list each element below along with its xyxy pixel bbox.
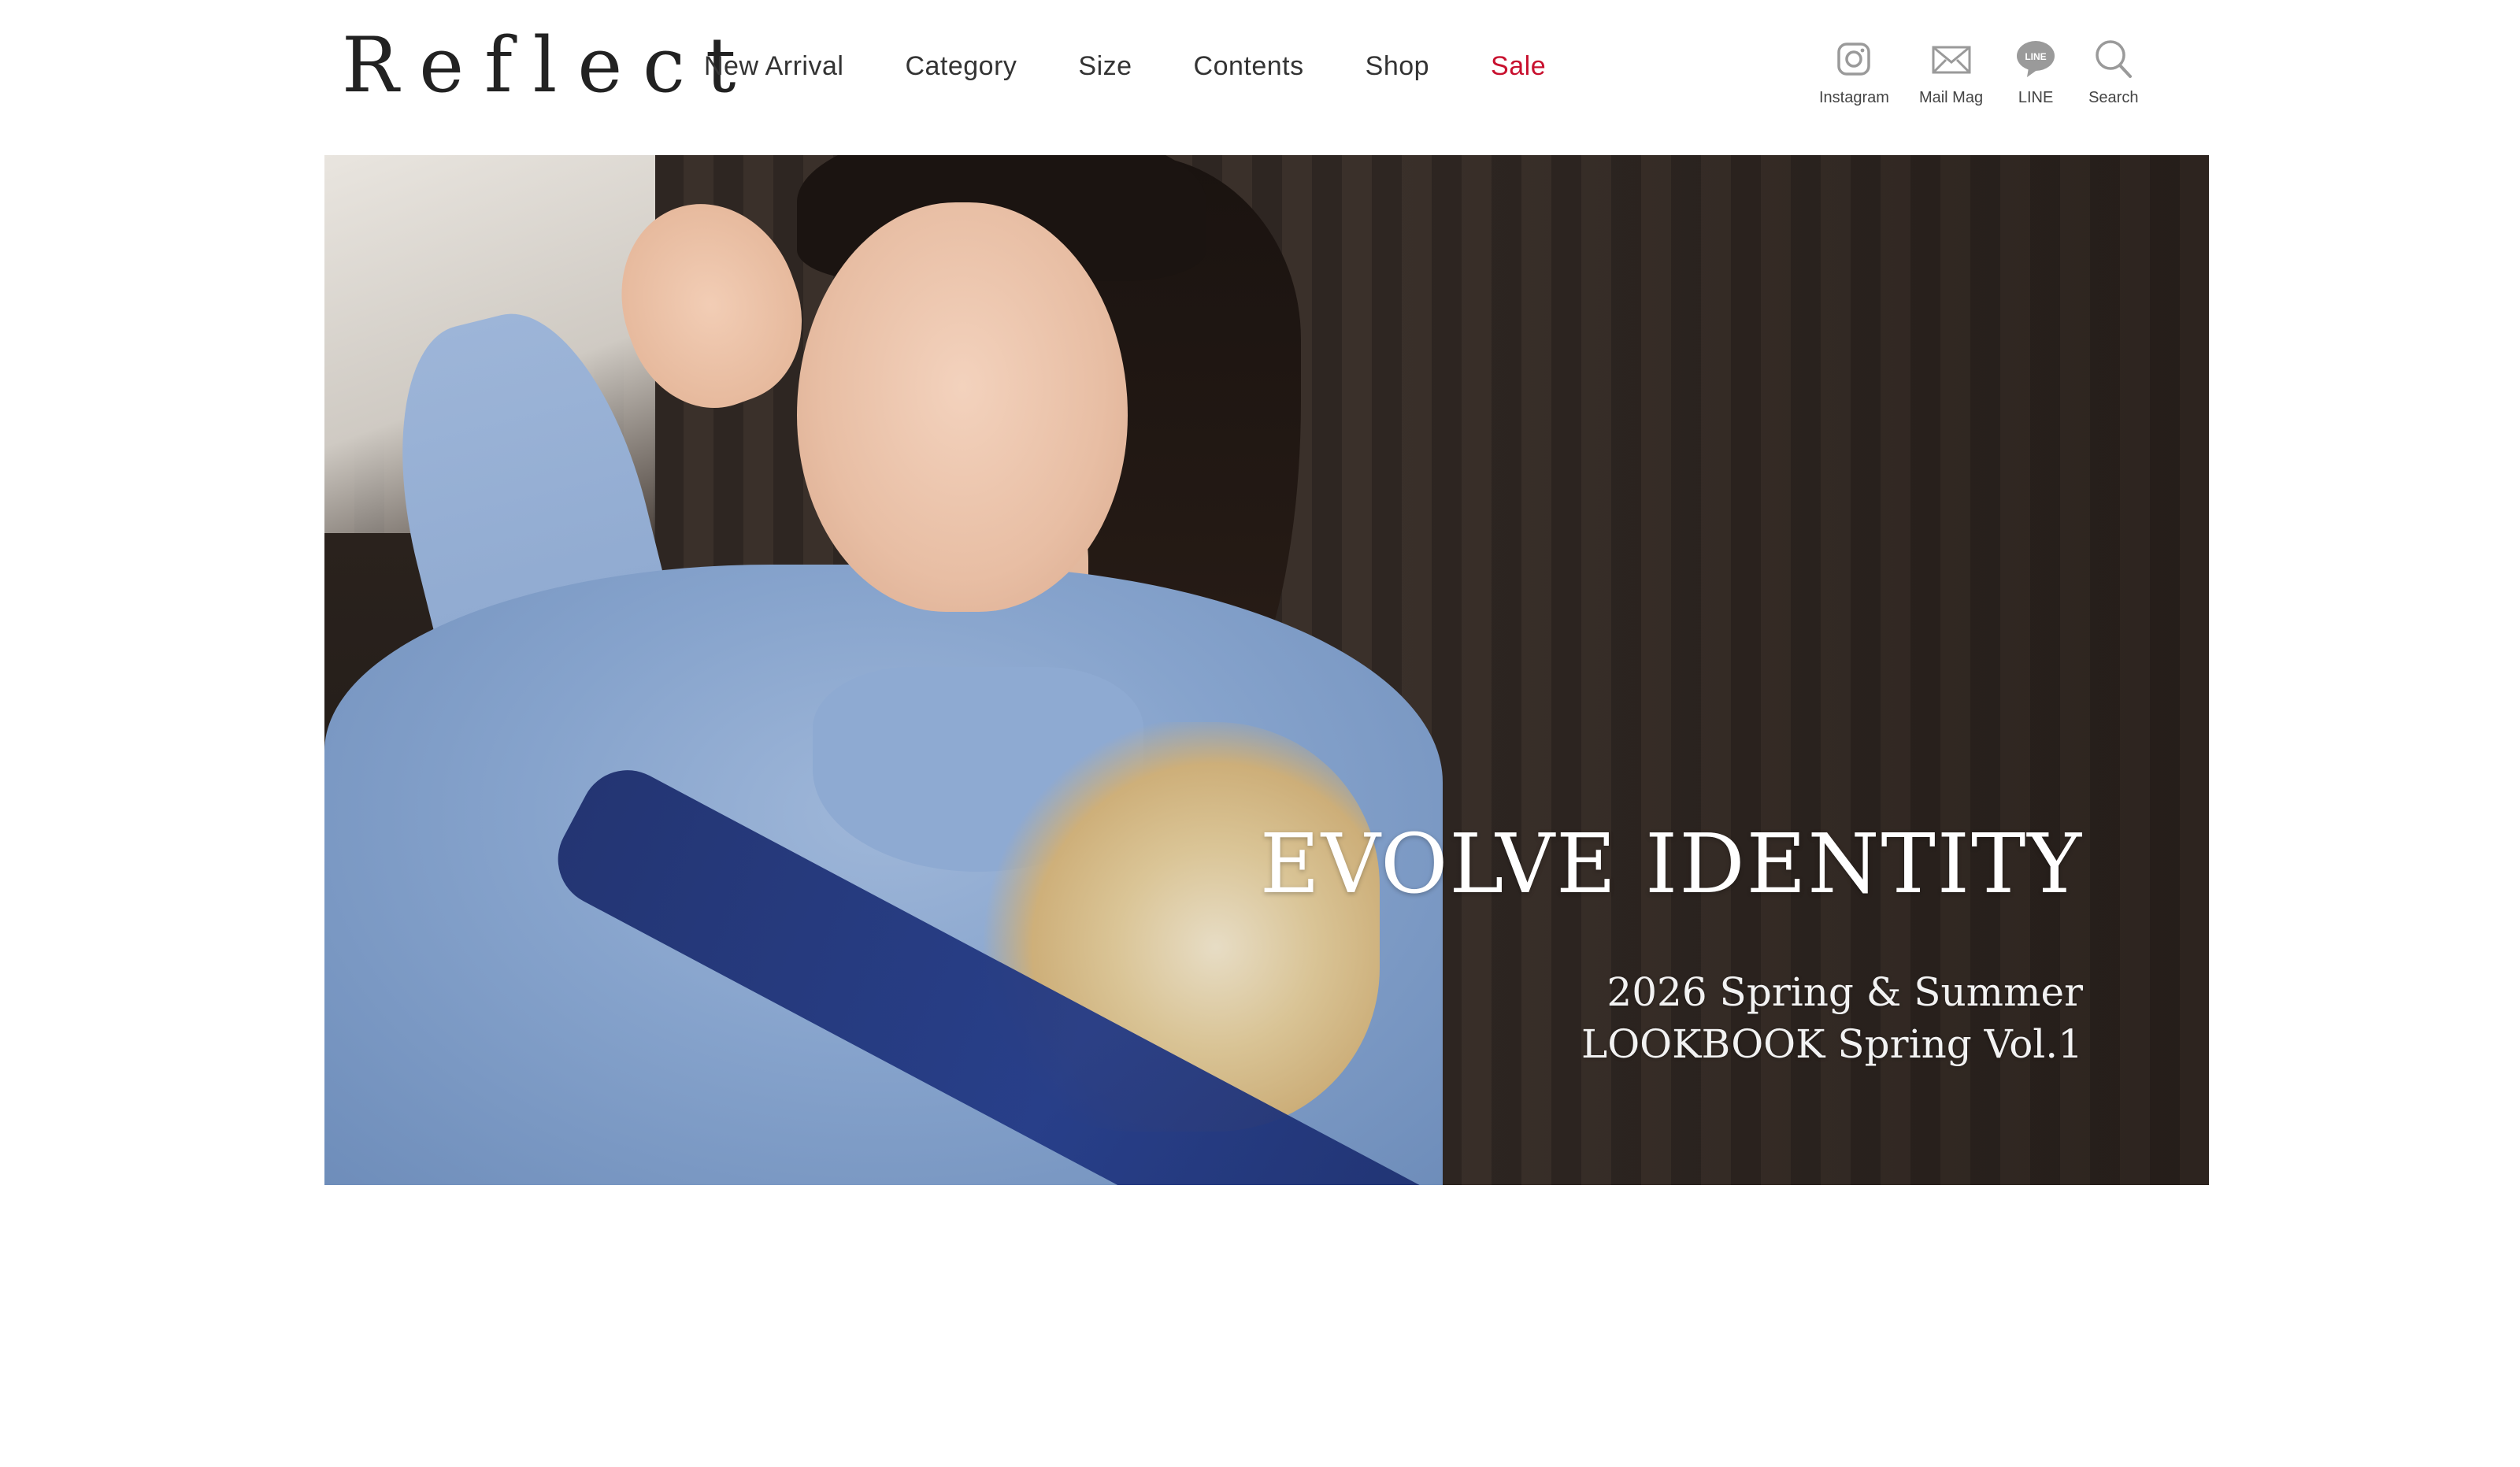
instagram-icon xyxy=(1837,43,1871,76)
line-label: LINE xyxy=(2018,89,2054,106)
mail-icon xyxy=(1932,46,1970,74)
page: Reflect New Arrival Category Size Conten… xyxy=(0,0,2520,1467)
line-icon: LINE xyxy=(2017,41,2055,77)
instagram-label: Instagram xyxy=(1819,89,1889,106)
hero-model-face xyxy=(797,202,1128,612)
mail-mag-link[interactable]: Mail Mag xyxy=(1919,36,1983,107)
hero-banner[interactable]: EVOLVE IDENTITY 2026 Spring & Summer LOO… xyxy=(324,155,2209,1185)
site-logo[interactable]: Reflect xyxy=(342,22,756,109)
search-icon xyxy=(2096,40,2132,78)
nav-item-sale[interactable]: Sale xyxy=(1491,44,1546,88)
nav-item-size[interactable]: Size xyxy=(1078,44,1132,88)
hero-subtitle-line-1: 2026 Spring & Summer xyxy=(1606,969,2083,1015)
hero-title: EVOLVE IDENTITY xyxy=(1259,816,2083,912)
hero-subtitle: 2026 Spring & Summer LOOKBOOK Spring Vol… xyxy=(1581,966,2083,1070)
nav-item-shop[interactable]: Shop xyxy=(1366,44,1429,88)
site-header: Reflect New Arrival Category Size Conten… xyxy=(0,0,2520,154)
nav-item-contents[interactable]: Contents xyxy=(1194,44,1304,88)
search-link[interactable]: Search xyxy=(2088,36,2138,107)
search-label: Search xyxy=(2088,89,2139,106)
nav-item-category[interactable]: Category xyxy=(905,44,1017,88)
instagram-link[interactable]: Instagram xyxy=(1819,36,1889,107)
mail-mag-label: Mail Mag xyxy=(1918,89,1984,106)
nav-item-new-arrival[interactable]: New Arrival xyxy=(704,44,843,88)
hero-subtitle-line-2: LOOKBOOK Spring Vol.1 xyxy=(1581,1021,2083,1067)
header-icon-links: Instagram Mail Mag LINE LINE Search xyxy=(1819,36,2138,115)
line-link[interactable]: LINE LINE xyxy=(2013,36,2059,107)
svg-text:LINE: LINE xyxy=(2025,51,2046,62)
main-nav: New Arrival Category Size Contents Shop … xyxy=(704,44,1546,88)
